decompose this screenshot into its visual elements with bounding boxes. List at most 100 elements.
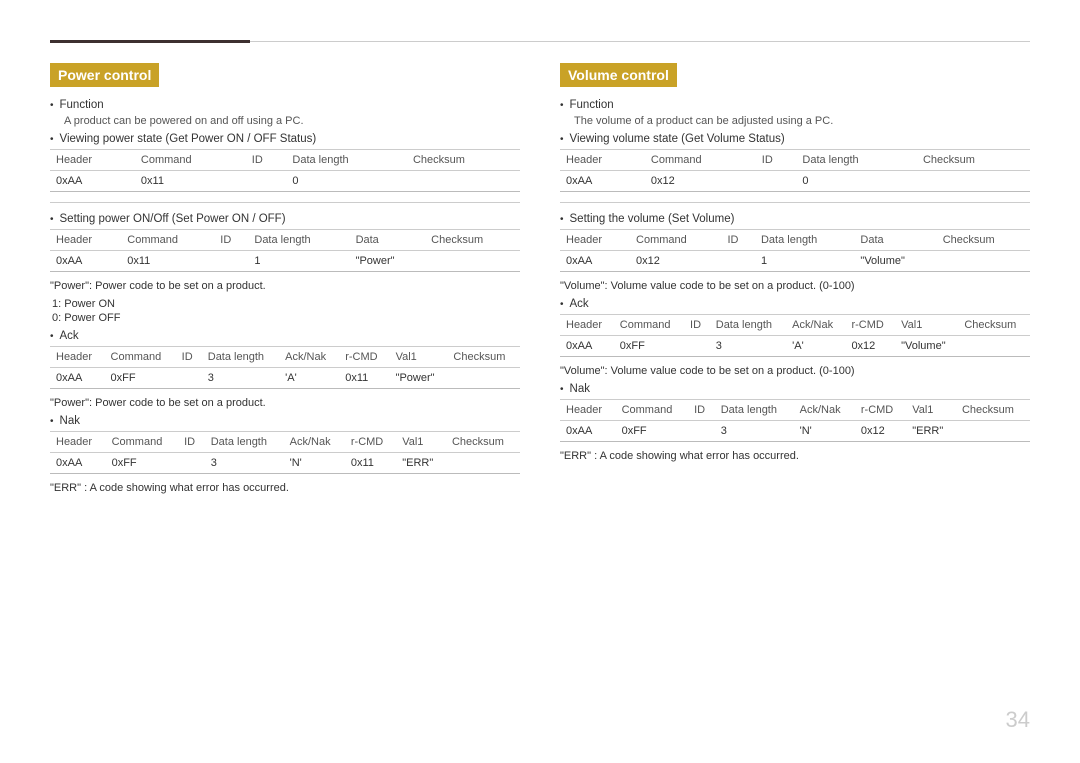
power-ack-table: Header Command ID Data length Ack/Nak r-… [50, 346, 520, 389]
cell-rcmd: 0x11 [339, 368, 389, 389]
cell-checksum [937, 251, 1030, 272]
err-note-left: "ERR" : A code showing what error has oc… [50, 482, 520, 494]
power-value-1: 1: Power ON [52, 298, 520, 310]
col-h1: Header [50, 347, 105, 368]
function-bullet: • Function [50, 99, 520, 111]
cell-datalength: 0 [286, 171, 407, 192]
bullet-icon4: • [50, 331, 54, 342]
col-h6: r-CMD [845, 315, 895, 336]
vol-nak-label: Nak [570, 383, 590, 395]
cell-acknak: 'N' [794, 421, 855, 442]
col-h4: Data length [710, 315, 786, 336]
col-header: Header [560, 150, 645, 171]
table-row: 0xAA 0x12 0 [560, 171, 1030, 192]
bullet-icon7: • [560, 134, 564, 145]
col-h5: Ack/Nak [786, 315, 845, 336]
col-h2: Command [105, 347, 176, 368]
col-h6: r-CMD [855, 400, 906, 421]
setting-volume-text: Setting the volume (Set Volume) [570, 213, 735, 225]
cell-command: 0x11 [135, 171, 246, 192]
main-content: Power control • Function A product can b… [50, 63, 1030, 500]
viewing-power-bullet: • Viewing power state (Get Power ON / OF… [50, 133, 520, 145]
col-header-datalength2: Data length [248, 230, 349, 251]
cell-id [178, 453, 205, 474]
cell-rcmd: 0x12 [855, 421, 906, 442]
bullet-icon10: • [560, 384, 564, 395]
cell-data: "Power" [350, 251, 426, 272]
col-header-id: ID [246, 150, 287, 171]
col-h1: Header [50, 432, 106, 453]
cell-val1: "ERR" [906, 421, 956, 442]
cell-datalength: 1 [248, 251, 349, 272]
bullet-icon6: • [560, 100, 564, 111]
bullet-icon8: • [560, 214, 564, 225]
setting-volume-bullet: • Setting the volume (Set Volume) [560, 213, 1030, 225]
col-h5: Ack/Nak [794, 400, 855, 421]
col-h7: Val1 [906, 400, 956, 421]
viewing-volume-bullet: • Viewing volume state (Get Volume Statu… [560, 133, 1030, 145]
bullet-icon3: • [50, 214, 54, 225]
col-h2: Command [106, 432, 179, 453]
col-h4: Data length [202, 347, 279, 368]
vol-ack-label: Ack [570, 298, 589, 310]
cell-datalength: 3 [715, 421, 794, 442]
cell-header: 0xAA [560, 251, 630, 272]
volume-control-section: Volume control • Function The volume of … [560, 63, 1030, 500]
col-command: Command [645, 150, 756, 171]
nak-bullet: • Nak [50, 415, 520, 427]
cell-val1: "Power" [390, 368, 448, 389]
cell-id [721, 251, 755, 272]
col-h8: Checksum [958, 315, 1030, 336]
cell-id [684, 336, 710, 357]
col-h8: Checksum [447, 347, 520, 368]
cell-id [214, 251, 248, 272]
nak-label: Nak [60, 415, 80, 427]
cell-datalength: 3 [205, 453, 284, 474]
volume-ack-table: Header Command ID Data length Ack/Nak r-… [560, 314, 1030, 357]
cell-command: 0x12 [630, 251, 721, 272]
bullet-icon9: • [560, 299, 564, 310]
cell-val1: "Volume" [895, 336, 958, 357]
function-description: A product can be powered on and off usin… [64, 115, 520, 127]
table-row: 0xAA 0xFF 3 'A' 0x12 "Volume" [560, 336, 1030, 357]
divider2 [560, 202, 1030, 203]
vol-function-label: Function [570, 99, 614, 111]
col-h3: ID [178, 432, 205, 453]
col-h4: Data length [205, 432, 284, 453]
err-note-right: "ERR" : A code showing what error has oc… [560, 450, 1030, 462]
cell-checksum [407, 171, 520, 192]
col-h5: Ack/Nak [284, 432, 345, 453]
divider [50, 202, 520, 203]
col-h7: Val1 [396, 432, 446, 453]
table-row: 0xAA 0x11 0 [50, 171, 520, 192]
cell-checksum [917, 171, 1030, 192]
setting-power-text: Setting power ON/Off (Set Power ON / OFF… [60, 213, 286, 225]
cell-command: 0x11 [121, 251, 214, 272]
col-h5: Ack/Nak [279, 347, 339, 368]
cell-command: 0xFF [106, 453, 179, 474]
bullet-icon: • [50, 100, 54, 111]
power-note2: "Power": Power code to be set on a produ… [50, 397, 520, 409]
col-datalength: Data length [796, 150, 917, 171]
cell-header: 0xAA [50, 251, 121, 272]
cell-id [246, 171, 287, 192]
vol-nak-bullet: • Nak [560, 383, 1030, 395]
col-checksum: Checksum [937, 230, 1030, 251]
cell-command: 0xFF [614, 336, 684, 357]
volume-nak-table: Header Command ID Data length Ack/Nak r-… [560, 399, 1030, 442]
cell-acknak: 'A' [279, 368, 339, 389]
cell-acknak: 'A' [786, 336, 845, 357]
cell-checksum [446, 453, 520, 474]
cell-id [176, 368, 202, 389]
bullet-icon2: • [50, 134, 54, 145]
cell-header: 0xAA [50, 171, 135, 192]
col-h6: r-CMD [345, 432, 396, 453]
col-header-datalength: Data length [286, 150, 407, 171]
col-h8: Checksum [446, 432, 520, 453]
col-h6: r-CMD [339, 347, 389, 368]
col-h2: Command [616, 400, 689, 421]
col-h3: ID [688, 400, 715, 421]
cell-id [756, 171, 797, 192]
ack-bullet: • Ack [50, 330, 520, 342]
vol-function-description: The volume of a product can be adjusted … [574, 115, 1030, 127]
